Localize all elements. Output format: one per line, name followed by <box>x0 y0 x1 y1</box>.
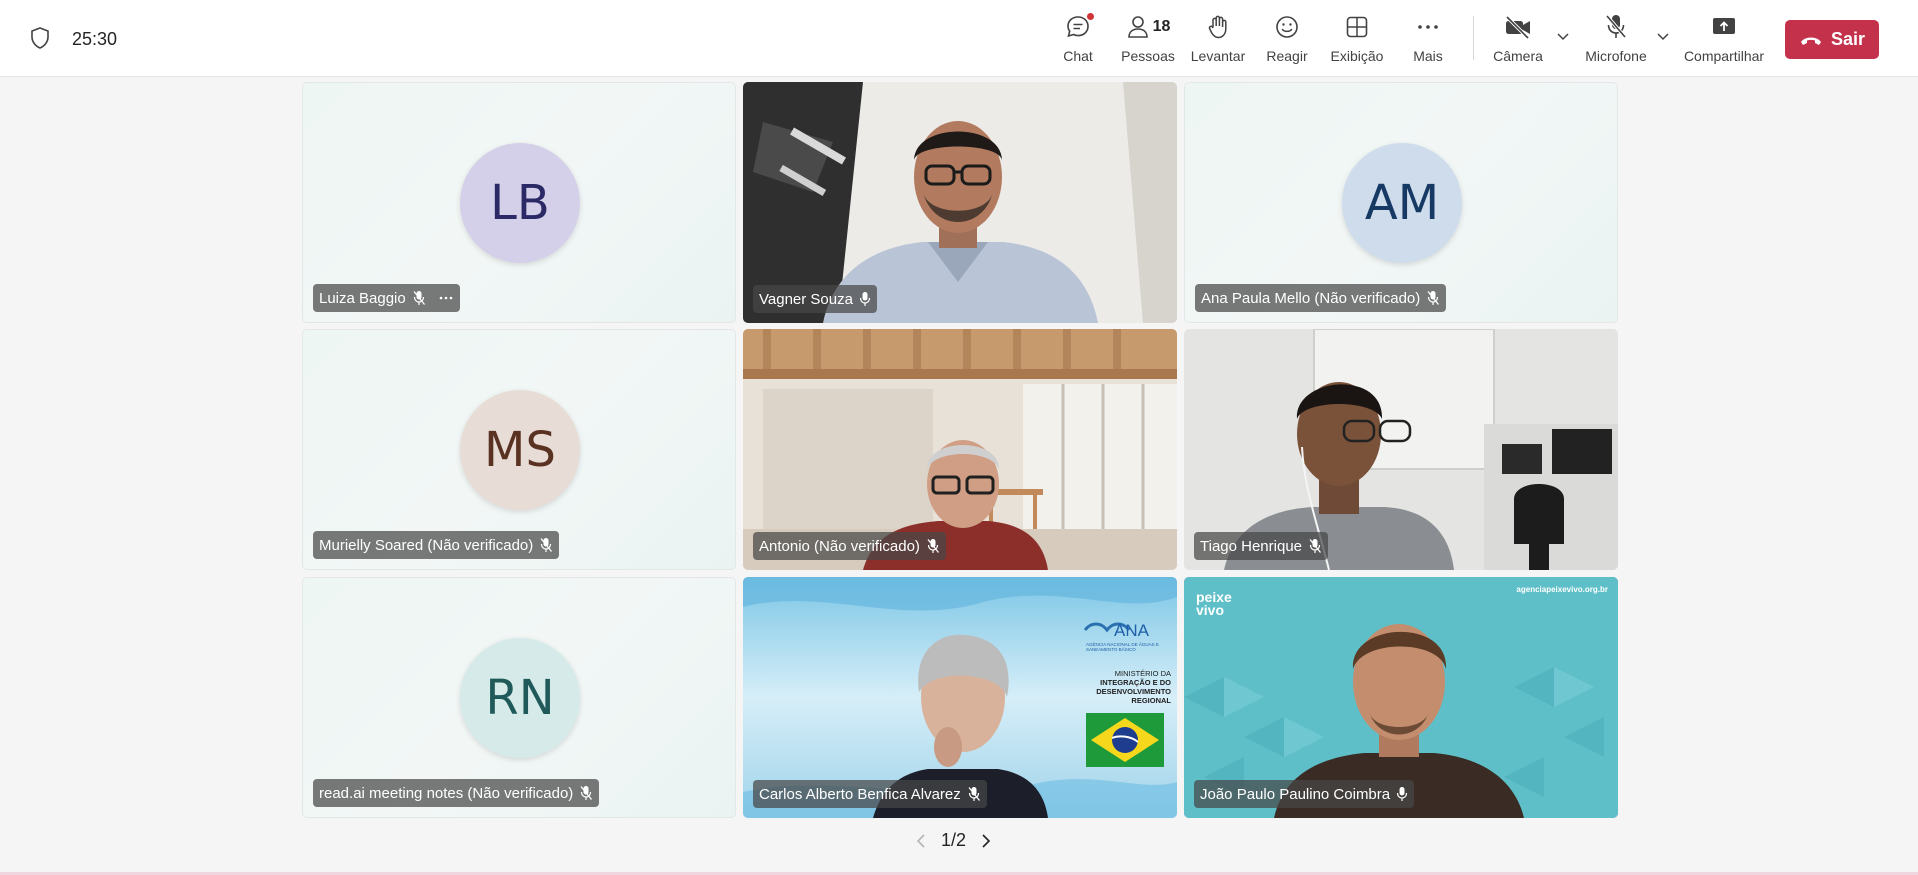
more-options-icon[interactable] <box>438 291 454 305</box>
toolbar-divider <box>1473 16 1474 60</box>
ana-subtitle: AGÊNCIA NACIONAL DE ÁGUAS E SANEAMENTO B… <box>1086 642 1159 652</box>
participant-tile-tiago-henrique[interactable]: Tiago Henrique <box>1184 329 1618 570</box>
participant-tile-read-ai-meeting-notes[interactable]: RN read.ai meeting notes (Não verificado… <box>302 577 736 818</box>
chat-label: Chat <box>1063 48 1093 64</box>
ministry-line: MINISTÉRIO DA <box>1114 669 1171 678</box>
participant-nameplate: Murielly Soared (Não verificado) <box>313 531 560 559</box>
peixe-vivo-logo: peixe vivo <box>1196 590 1232 618</box>
share-screen-icon <box>1713 18 1735 34</box>
chevron-left-icon[interactable] <box>915 833 927 849</box>
page-indicator: 1/2 <box>941 830 967 850</box>
mic-off-icon <box>413 291 425 305</box>
participant-tile-luiza-baggio[interactable]: LB Luiza Baggio <box>302 82 736 323</box>
more-icon <box>1418 25 1438 29</box>
camera-off-icon <box>1505 15 1530 40</box>
participant-tile-joao-paulo-paulino-coimbra[interactable]: peixe vivo agenciapeixevivo.org.br João … <box>1184 577 1618 818</box>
participant-nameplate: Vagner Souza <box>753 285 877 313</box>
meeting-toolbar: 25:30 Chat 18 Pessoas Levantar Reagir Ex… <box>0 0 1918 77</box>
site-url: agenciapeixevivo.org.br <box>1516 585 1608 594</box>
participant-nameplate: Tiago Henrique <box>1194 532 1329 560</box>
share-label: Compartilhar <box>1683 48 1765 64</box>
leave-button[interactable]: Sair <box>1785 20 1879 59</box>
unread-dot <box>1087 13 1094 20</box>
people-icon <box>1127 16 1148 38</box>
ministry-text: MINISTÉRIO DA INTEGRAÇÃO E DO DESENVOLVI… <box>1087 669 1171 705</box>
participant-name: Antonio (Não verificado) <box>759 537 920 555</box>
participant-nameplate: Ana Paula Mello (Não verificado) <box>1195 284 1447 312</box>
participant-tile-carlos-alberto-benfica-alvarez[interactable]: ANA AGÊNCIA NACIONAL DE ÁGUAS E SANEAMEN… <box>743 577 1177 818</box>
people-label: Pessoas <box>1121 48 1175 64</box>
participant-name: read.ai meeting notes (Não verificado) <box>319 784 574 802</box>
view-label: Exibição <box>1330 48 1384 64</box>
mic-off-icon <box>1427 291 1440 305</box>
view-button[interactable]: Exibição <box>1331 10 1383 68</box>
microphone-button[interactable]: Microfone <box>1584 10 1648 68</box>
logo-line: vivo <box>1196 602 1225 618</box>
participant-tile-murielly-soared[interactable]: MS Murielly Soared (Não verificado) <box>302 329 736 570</box>
react-label: Reagir <box>1266 48 1308 64</box>
chevron-right-icon[interactable] <box>980 833 992 849</box>
meeting-timer: 25:30 <box>72 29 118 49</box>
participant-name: Ana Paula Mello (Não verificado) <box>1201 289 1421 307</box>
people-button[interactable]: 18 Pessoas <box>1121 10 1175 68</box>
participant-nameplate: Carlos Alberto Benfica Alvarez <box>753 780 987 808</box>
ministry-line: INTEGRAÇÃO E DO <box>1100 678 1171 687</box>
chat-button[interactable]: Chat <box>1061 10 1095 68</box>
camera-label: Câmera <box>1493 48 1543 64</box>
brazil-flag-icon <box>1086 713 1164 767</box>
react-button[interactable]: Reagir <box>1266 10 1308 68</box>
avatar: RN <box>460 638 580 758</box>
participant-tile-vagner-souza[interactable]: Vagner Souza <box>743 82 1177 323</box>
mic-off-icon <box>968 787 980 801</box>
hang-up-icon <box>1800 37 1821 45</box>
more-button[interactable]: Mais <box>1412 10 1444 68</box>
mic-icon <box>1397 787 1408 801</box>
avatar: LB <box>460 143 580 263</box>
participant-nameplate: read.ai meeting notes (Não verificado) <box>313 779 600 807</box>
emoji-icon <box>1276 16 1298 38</box>
participant-name: Murielly Soared (Não verificado) <box>319 536 534 554</box>
leave-label: Sair <box>1830 29 1866 49</box>
grid-view-icon <box>1346 16 1368 38</box>
participant-tile-ana-paula-mello[interactable]: AM Ana Paula Mello (Não verificado) <box>1184 82 1618 323</box>
participant-nameplate: João Paulo Paulino Coimbra <box>1194 780 1415 808</box>
mic-off-icon <box>1309 539 1322 553</box>
participant-name: Tiago Henrique <box>1200 537 1303 555</box>
gallery-pager: 1/2 <box>915 830 992 851</box>
camera-options-chevron-down-icon[interactable] <box>1555 28 1571 44</box>
mic-off-icon <box>540 538 553 552</box>
participant-tile-antonio[interactable]: Antonio (Não verificado) <box>743 329 1177 570</box>
participant-name: Luiza Baggio <box>319 289 406 307</box>
share-button[interactable]: Compartilhar <box>1684 10 1764 68</box>
ministry-line: DESENVOLVIMENTO <box>1096 687 1171 696</box>
participant-name: Vagner Souza <box>759 290 853 308</box>
mic-options-chevron-down-icon[interactable] <box>1655 28 1671 44</box>
shield-icon[interactable] <box>28 26 52 50</box>
mic-label: Microfone <box>1585 48 1647 64</box>
mic-icon <box>859 292 871 306</box>
more-label: Mais <box>1413 48 1443 64</box>
avatar: AM <box>1342 143 1462 263</box>
raise-hand-label: Levantar <box>1190 48 1246 64</box>
camera-button[interactable]: Câmera <box>1492 10 1544 68</box>
mic-off-icon <box>1605 14 1627 39</box>
raise-hand-icon <box>1208 15 1227 39</box>
mic-off-icon <box>580 786 593 800</box>
ana-logo-text: ANA <box>1114 621 1149 640</box>
participant-nameplate: Luiza Baggio <box>313 284 460 312</box>
participant-name: João Paulo Paulino Coimbra <box>1200 785 1391 803</box>
people-count: 18 <box>1152 18 1171 35</box>
participant-name: Carlos Alberto Benfica Alvarez <box>759 785 961 803</box>
ministry-line: REGIONAL <box>1131 696 1171 705</box>
raise-hand-button[interactable]: Levantar <box>1191 10 1245 68</box>
avatar: MS <box>460 390 580 510</box>
participant-nameplate: Antonio (Não verificado) <box>753 532 946 560</box>
mic-off-icon <box>927 539 939 553</box>
